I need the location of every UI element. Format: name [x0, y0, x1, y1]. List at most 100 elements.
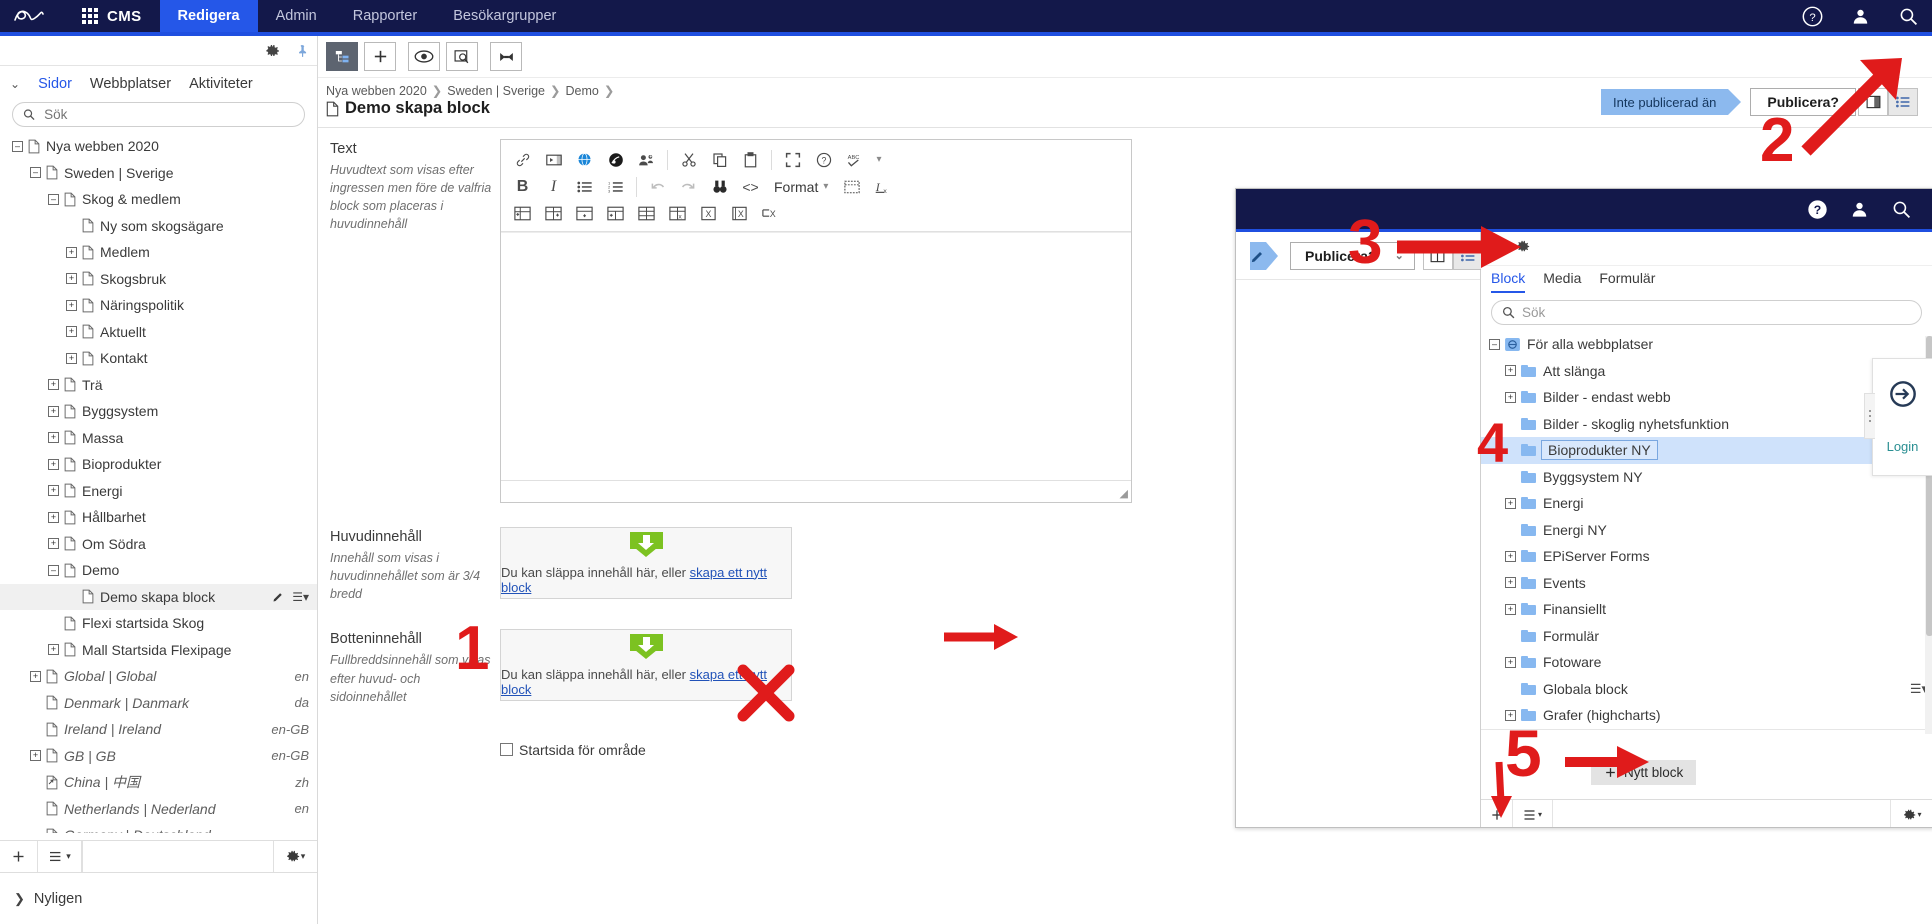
- content-drop-area-huvudinnehall[interactable]: Du kan släppa innehåll här, eller skapa …: [500, 527, 792, 599]
- page-tree-icon[interactable]: [326, 42, 358, 71]
- gear-icon[interactable]: [265, 43, 281, 59]
- collapse-toggle-icon[interactable]: –: [30, 167, 41, 179]
- expand-toggle-icon[interactable]: +: [1505, 656, 1516, 668]
- list-view-icon[interactable]: [1888, 88, 1918, 116]
- assets-folder-item[interactable]: – För alla webbplatser: [1481, 331, 1932, 358]
- page-tree-item[interactable]: + Byggsystem: [0, 398, 317, 425]
- page-tree-item[interactable]: Germany | Deutschland en: [0, 822, 317, 833]
- expand-toggle-icon[interactable]: +: [48, 644, 59, 656]
- expand-toggle-icon[interactable]: +: [48, 511, 59, 523]
- find-replace-icon[interactable]: [704, 173, 735, 200]
- assets-folder-item[interactable]: Byggsystem NY: [1481, 464, 1932, 491]
- page-tree-item[interactable]: – Skog & medlem: [0, 186, 317, 213]
- expand-toggle-icon[interactable]: +: [48, 538, 59, 550]
- expand-toggle-icon[interactable]: +: [48, 379, 59, 391]
- page-tree-item[interactable]: Ny som skogsägare: [0, 213, 317, 240]
- spellcheck-icon[interactable]: ABC: [839, 146, 870, 173]
- delete-row-icon[interactable]: X: [693, 200, 724, 227]
- page-tree-item[interactable]: Netherlands | Nederland en: [0, 796, 317, 823]
- expand-toggle-icon[interactable]: +: [48, 485, 59, 497]
- page-tree-item[interactable]: Demo skapa block ☰▾: [0, 583, 317, 610]
- personalize-icon[interactable]: [631, 146, 662, 173]
- page-tree-item[interactable]: + Aktuellt: [0, 319, 317, 346]
- page-tree-item[interactable]: – Demo: [0, 557, 317, 584]
- expand-toggle-icon[interactable]: +: [66, 326, 77, 338]
- page-tree-item[interactable]: China | 中国 zh: [0, 769, 317, 796]
- add-block-button[interactable]: [1481, 800, 1513, 827]
- page-tree-item[interactable]: Flexi startsida Skog: [0, 610, 317, 637]
- rich-text-editor[interactable]: ? ABC ▾ B I 123 <> Format ▾ I x x X X X …: [500, 139, 1132, 503]
- assets-folder-item[interactable]: Formulär: [1481, 623, 1932, 650]
- page-tree-item[interactable]: + Global | Global en: [0, 663, 317, 690]
- edit-pencil-icon[interactable]: [1250, 241, 1278, 270]
- help-icon[interactable]: ?: [1788, 0, 1836, 32]
- collapse-toggle-icon[interactable]: –: [12, 140, 23, 152]
- assets-search[interactable]: Sök: [1491, 300, 1922, 325]
- eye-icon[interactable]: [408, 42, 440, 71]
- help-icon[interactable]: ?: [1796, 189, 1838, 229]
- checkbox-input[interactable]: [500, 743, 513, 757]
- format-dropdown[interactable]: Format ▾: [766, 173, 836, 200]
- page-tree-item[interactable]: + Kontakt: [0, 345, 317, 372]
- plus-icon[interactable]: [364, 42, 396, 71]
- assets-folder-item[interactable]: + EPiServer Forms: [1481, 543, 1932, 570]
- preview-compare-icon[interactable]: [446, 42, 478, 71]
- page-tree-item[interactable]: Ireland | Ireland en-GB: [0, 716, 317, 743]
- remove-format-icon[interactable]: Ix: [867, 173, 898, 200]
- tab-media[interactable]: Media: [1543, 270, 1581, 291]
- resize-handle[interactable]: ◢: [1120, 487, 1128, 500]
- breadcrumb-item-sweden[interactable]: Sweden | Sverige: [447, 84, 545, 98]
- expand-toggle-icon[interactable]: +: [1505, 709, 1516, 721]
- tree-options-menu-button[interactable]: ▾: [38, 841, 82, 872]
- expand-toggle-icon[interactable]: +: [48, 405, 59, 417]
- chevron-down-icon[interactable]: ▾: [870, 146, 888, 173]
- publish-button[interactable]: Publicera?: [1750, 88, 1856, 116]
- expand-toggle-icon[interactable]: +: [66, 352, 77, 364]
- bold-icon[interactable]: B: [507, 173, 538, 200]
- assets-folder-item[interactable]: Globala block ☰▾: [1481, 676, 1932, 703]
- paste-icon[interactable]: [735, 146, 766, 173]
- collapse-toggle-icon[interactable]: –: [48, 564, 59, 576]
- page-tree-item[interactable]: + Medlem: [0, 239, 317, 266]
- delete-cell-icon[interactable]: X: [755, 200, 786, 227]
- expand-toggle-icon[interactable]: +: [66, 273, 77, 285]
- expand-toggle-icon[interactable]: +: [1505, 603, 1516, 615]
- login-side-widget[interactable]: Login: [1864, 358, 1932, 476]
- assets-folder-item[interactable]: + Energi: [1481, 490, 1932, 517]
- add-page-button[interactable]: [0, 841, 38, 872]
- expand-toggle-icon[interactable]: +: [48, 458, 59, 470]
- assets-folder-item[interactable]: + Fotoware: [1481, 649, 1932, 676]
- pin-icon[interactable]: [1489, 239, 1502, 258]
- italic-icon[interactable]: I: [538, 173, 569, 200]
- assets-folder-item[interactable]: + Finansiellt: [1481, 596, 1932, 623]
- expand-toggle-icon[interactable]: +: [1505, 550, 1516, 562]
- nav-item-redigera[interactable]: Redigera: [159, 0, 258, 32]
- nav-item-rapporter[interactable]: Rapporter: [335, 0, 435, 32]
- bullet-list-icon[interactable]: [569, 173, 600, 200]
- assets-folder-item[interactable]: + Grafer (highcharts): [1481, 702, 1932, 729]
- app-grid-icon[interactable]: [82, 8, 98, 24]
- cut-icon[interactable]: [673, 146, 704, 173]
- tab-formular[interactable]: Formulär: [1599, 270, 1655, 291]
- media-icon[interactable]: [538, 146, 569, 173]
- page-tree-item[interactable]: – Sweden | Sverige: [0, 160, 317, 187]
- source-code-icon[interactable]: <>: [735, 173, 766, 200]
- insert-row-icon[interactable]: [538, 200, 569, 227]
- collapse-chevron-icon[interactable]: ⌄: [10, 77, 20, 91]
- page-tree-item[interactable]: + Om Södra: [0, 531, 317, 558]
- expand-icon[interactable]: [490, 42, 522, 71]
- table-cell-icon[interactable]: [631, 200, 662, 227]
- assets-folder-item[interactable]: Energi NY: [1481, 517, 1932, 544]
- page-tree[interactable]: – Nya webben 2020– Sweden | Sverige – Skog &…: [0, 133, 317, 833]
- page-tree-item[interactable]: + Energi: [0, 478, 317, 505]
- tab-sidor[interactable]: Sidor: [38, 76, 72, 92]
- insert-column-icon[interactable]: [569, 200, 600, 227]
- page-tree-item[interactable]: + Trä: [0, 372, 317, 399]
- page-tree-item[interactable]: + Bioprodukter: [0, 451, 317, 478]
- rte-content-area[interactable]: [501, 232, 1131, 480]
- page-tree-item[interactable]: + GB | GB en-GB: [0, 743, 317, 770]
- search-input[interactable]: [42, 106, 294, 123]
- assets-folder-tree[interactable]: – För alla webbplatser + Att slänga + Bilder …: [1481, 331, 1932, 729]
- assets-folder-item[interactable]: + Events: [1481, 570, 1932, 597]
- link-icon[interactable]: [507, 146, 538, 173]
